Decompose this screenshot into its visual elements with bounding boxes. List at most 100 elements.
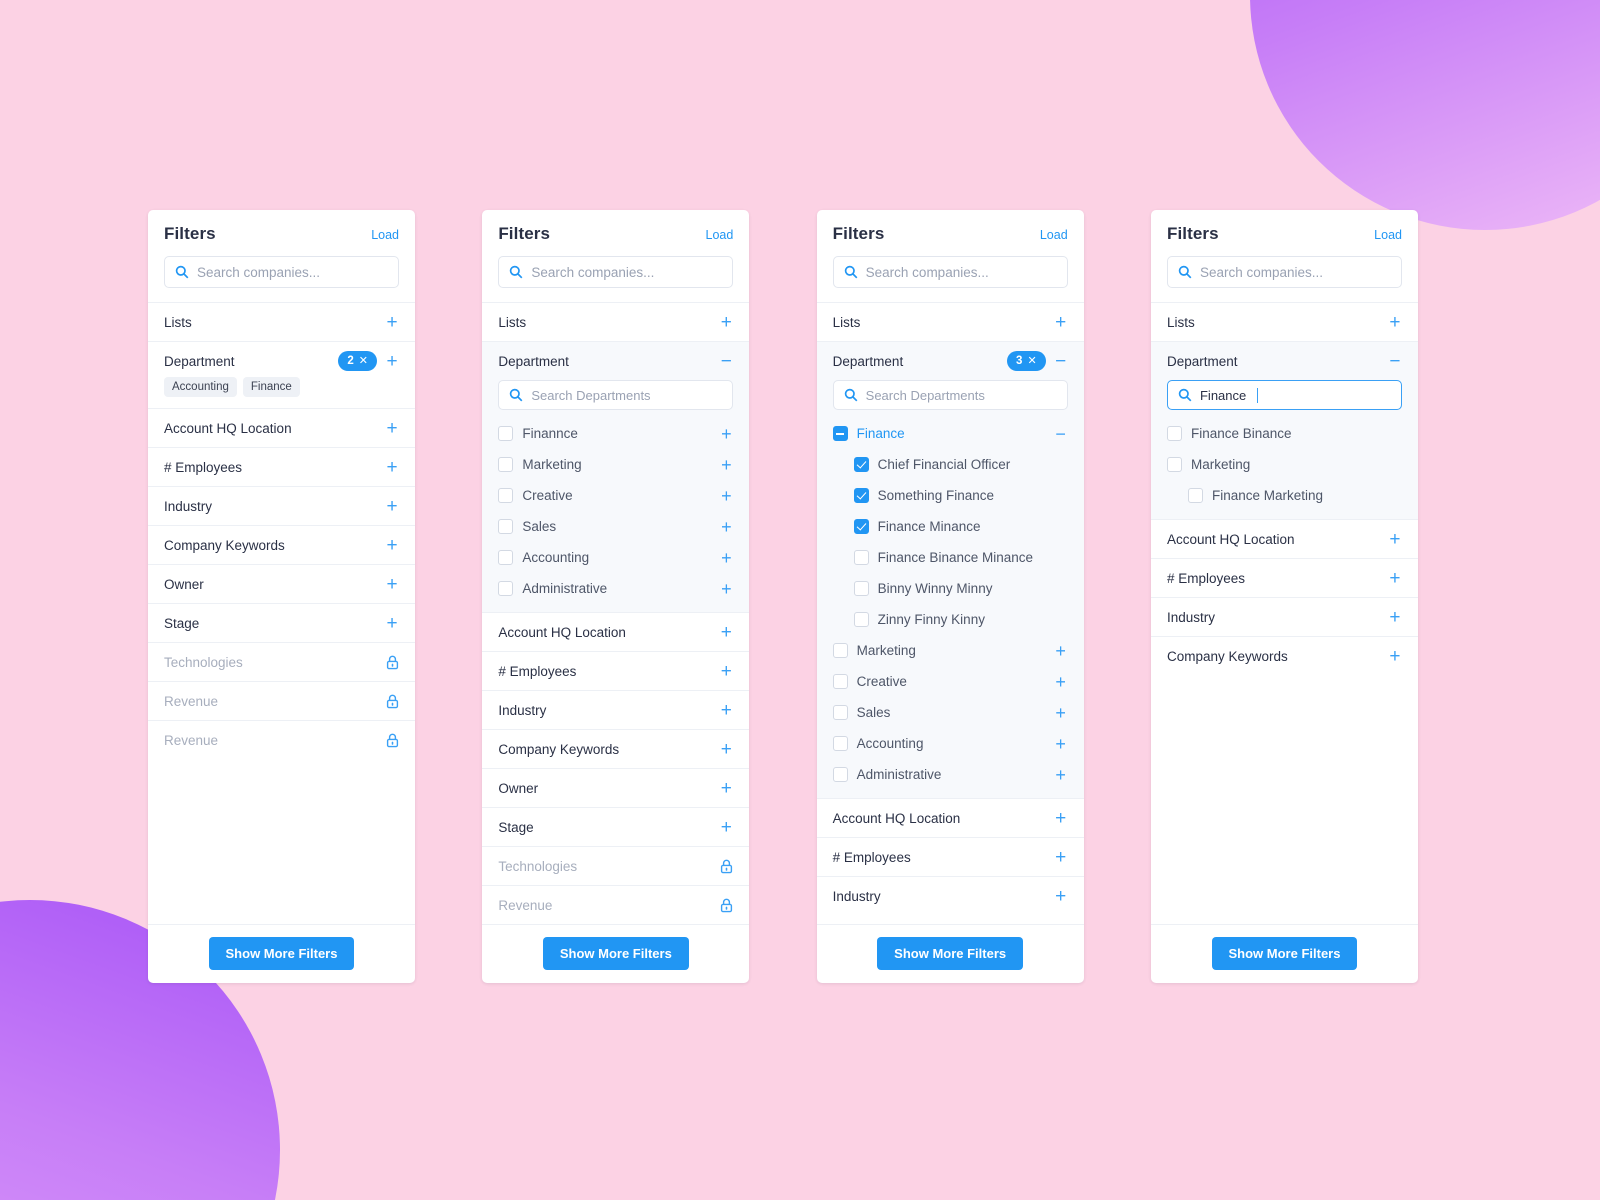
section-header-row[interactable]: Revenue xyxy=(164,721,399,759)
expand-section-icon[interactable]: + xyxy=(719,818,733,837)
search-companies-input[interactable]: Search companies... xyxy=(1166,256,1402,288)
option-row[interactable]: Creative + xyxy=(498,480,733,511)
search-companies-input[interactable]: Search companies... xyxy=(832,256,1068,288)
expand-section-icon[interactable]: + xyxy=(719,779,733,798)
section-header-row[interactable]: Industry + xyxy=(1167,598,1402,636)
expand-section-icon[interactable]: + xyxy=(719,313,733,332)
expand-section-icon[interactable]: + xyxy=(385,614,399,633)
lock-icon[interactable] xyxy=(386,655,399,670)
section-header-row[interactable]: Industry + xyxy=(833,877,1068,915)
expand-section-icon[interactable]: + xyxy=(1388,647,1402,666)
section-header-row[interactable]: Company Keywords + xyxy=(498,730,733,768)
section-header-row[interactable]: Account HQ Location + xyxy=(498,613,733,651)
section-header-row[interactable]: Stage + xyxy=(164,604,399,642)
section-header-row[interactable]: Industry + xyxy=(498,691,733,729)
expand-section-icon[interactable]: + xyxy=(1054,848,1068,867)
expand-section-icon[interactable]: + xyxy=(385,313,399,332)
section-header-row[interactable]: Industry + xyxy=(164,487,399,525)
option-checkbox[interactable] xyxy=(498,519,514,534)
search-companies-input[interactable]: Search companies... xyxy=(164,256,399,288)
expand-section-icon[interactable]: + xyxy=(1388,569,1402,588)
option-checkbox[interactable] xyxy=(498,426,514,441)
tag-pill[interactable]: Accounting xyxy=(164,377,237,397)
option-checkbox[interactable] xyxy=(832,426,848,441)
search-departments-input[interactable]: Search Departments xyxy=(498,380,734,410)
option-row[interactable]: Accounting + xyxy=(832,728,1068,759)
expand-section-icon[interactable]: + xyxy=(719,701,733,720)
expand-option-icon[interactable]: + xyxy=(1054,704,1068,722)
option-checkbox[interactable] xyxy=(832,674,848,689)
option-row[interactable]: Marketing + xyxy=(498,449,733,480)
option-checkbox[interactable] xyxy=(853,457,869,472)
option-checkbox[interactable] xyxy=(853,612,869,627)
expand-section-icon[interactable]: + xyxy=(1054,313,1068,332)
option-row[interactable]: Sales + xyxy=(832,697,1068,728)
search-companies-input[interactable]: Search companies... xyxy=(498,256,734,288)
option-row[interactable]: Administrative + xyxy=(832,759,1068,790)
lock-icon[interactable] xyxy=(386,694,399,709)
section-header-row[interactable]: Account HQ Location + xyxy=(164,409,399,447)
clear-filter-icon[interactable]: ✕ xyxy=(359,354,368,367)
expand-section-icon[interactable]: + xyxy=(1054,809,1068,828)
section-header-row[interactable]: Lists + xyxy=(164,303,399,341)
section-header-row[interactable]: Stage + xyxy=(498,808,733,846)
expand-section-icon[interactable]: + xyxy=(385,575,399,594)
option-checkbox[interactable] xyxy=(1166,426,1182,441)
collapse-option-icon[interactable]: − xyxy=(1054,425,1068,443)
option-checkbox[interactable] xyxy=(498,488,514,503)
lock-icon[interactable] xyxy=(386,733,399,748)
option-checkbox[interactable] xyxy=(853,488,869,503)
expand-option-icon[interactable]: + xyxy=(1054,735,1068,753)
search-departments-input[interactable]: Search Departments xyxy=(832,380,1068,410)
section-header-row[interactable]: Owner + xyxy=(498,769,733,807)
load-link[interactable]: Load xyxy=(1040,228,1068,242)
option-checkbox[interactable] xyxy=(832,736,848,751)
option-row[interactable]: Marketing + xyxy=(832,635,1068,666)
section-header-row[interactable]: Lists + xyxy=(833,303,1068,341)
section-header-row[interactable]: Department − xyxy=(498,342,733,380)
section-header-row[interactable]: Company Keywords + xyxy=(164,526,399,564)
section-header-row[interactable]: Department 2 ✕ + xyxy=(164,342,399,380)
expand-section-icon[interactable]: + xyxy=(385,497,399,516)
expand-option-icon[interactable]: + xyxy=(1054,642,1068,660)
section-header-row[interactable]: # Employees + xyxy=(833,838,1068,876)
tag-pill[interactable]: Finance xyxy=(242,377,300,397)
option-checkbox[interactable] xyxy=(1187,488,1203,503)
section-header-row[interactable]: Account HQ Location + xyxy=(1167,520,1402,558)
expand-section-icon[interactable]: + xyxy=(719,662,733,681)
expand-section-icon[interactable]: + xyxy=(385,458,399,477)
expand-option-icon[interactable]: + xyxy=(719,425,733,443)
expand-section-icon[interactable]: + xyxy=(1388,530,1402,549)
option-checkbox[interactable] xyxy=(832,705,848,720)
collapse-section-icon[interactable]: − xyxy=(1388,352,1402,371)
option-row[interactable]: Sales + xyxy=(498,511,733,542)
option-row[interactable]: Accounting + xyxy=(498,542,733,573)
option-row[interactable]: Finannce + xyxy=(498,418,733,449)
expand-section-icon[interactable]: + xyxy=(719,623,733,642)
lock-icon[interactable] xyxy=(720,898,733,913)
expand-section-icon[interactable]: + xyxy=(1388,313,1402,332)
expand-section-icon[interactable]: + xyxy=(1054,887,1068,906)
section-header-row[interactable]: Department − xyxy=(1167,342,1402,380)
clear-filter-icon[interactable]: ✕ xyxy=(1027,354,1036,367)
expand-option-icon[interactable]: + xyxy=(719,518,733,536)
option-row[interactable]: Zinny Finny Kinny xyxy=(833,604,1068,635)
option-row[interactable]: Binny Winny Minny xyxy=(833,573,1068,604)
expand-option-icon[interactable]: + xyxy=(719,580,733,598)
option-checkbox[interactable] xyxy=(853,581,869,596)
show-more-filters-button[interactable]: Show More Filters xyxy=(877,937,1024,970)
section-header-row[interactable]: Revenue xyxy=(498,886,733,924)
search-departments-input[interactable]: Finance xyxy=(1166,380,1402,410)
section-header-row[interactable]: Department 3 ✕ − xyxy=(833,342,1068,380)
expand-option-icon[interactable]: + xyxy=(719,487,733,505)
section-header-row[interactable]: Company Keywords + xyxy=(1167,637,1402,675)
load-link[interactable]: Load xyxy=(371,228,399,242)
option-row[interactable]: Finance Minance xyxy=(833,511,1068,542)
show-more-filters-button[interactable]: Show More Filters xyxy=(208,937,355,970)
section-count-badge[interactable]: 3 ✕ xyxy=(1007,351,1046,371)
expand-section-icon[interactable]: + xyxy=(385,419,399,438)
option-checkbox[interactable] xyxy=(832,643,848,658)
load-link[interactable]: Load xyxy=(1374,228,1402,242)
option-row[interactable]: Finance Binance Minance xyxy=(833,542,1068,573)
section-header-row[interactable]: # Employees + xyxy=(498,652,733,690)
